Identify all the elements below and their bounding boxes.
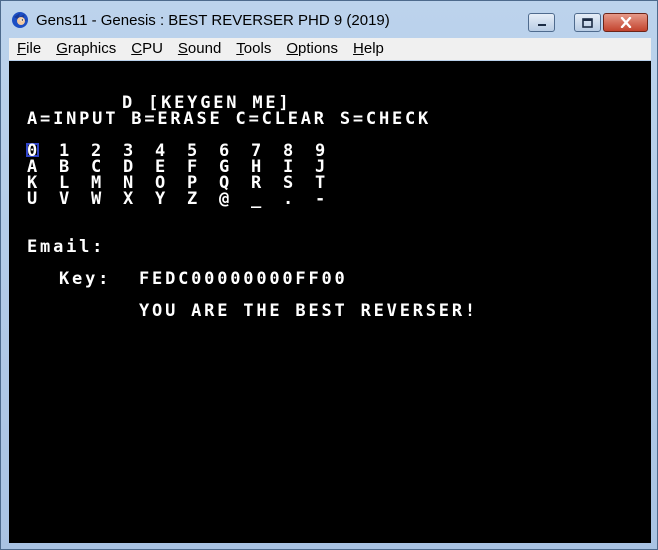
charset-cell[interactable]: Y (155, 191, 187, 208)
menu-tools-label: ools (243, 40, 272, 57)
menu-options-label: ptions (298, 40, 339, 57)
menu-options[interactable]: Options (278, 38, 345, 60)
menu-tools[interactable]: Tools (228, 38, 278, 60)
menu-cpu[interactable]: CPU (123, 38, 170, 60)
menu-tools-mnemonic: T (236, 40, 244, 57)
menu-options-mnemonic: O (286, 40, 298, 57)
charset-cell[interactable]: _ (251, 191, 283, 208)
menu-sound-label: ound (187, 40, 222, 57)
key-label: Key: (59, 269, 112, 289)
menu-file-mnemonic: F (17, 40, 27, 57)
menu-graphics[interactable]: Graphics (48, 38, 123, 60)
emulator-window: Gens11 - Genesis : BEST REVERSER PHD 9 (… (0, 0, 658, 550)
menu-graphics-label: raphics (67, 40, 117, 57)
charset-cell[interactable]: U (27, 191, 59, 208)
minimize-icon (537, 23, 546, 26)
maximize-icon (582, 17, 593, 28)
menu-help-label: elp (363, 40, 384, 57)
menu-file-label: ile (26, 40, 42, 57)
charset-cell[interactable]: . (283, 191, 315, 208)
menu-cpu-label: PU (142, 40, 163, 57)
game-screen[interactable]: D [KEYGEN ME] A=INPUT B=ERASE C=CLEAR S=… (9, 61, 651, 543)
email-label: Email: (27, 237, 106, 257)
menu-bar: File Graphics CPU Sound Tools Options He… (9, 38, 651, 60)
minimize-button[interactable] (528, 13, 555, 32)
charset-cell[interactable]: @ (219, 191, 251, 208)
close-button[interactable] (603, 13, 648, 32)
sonic-app-icon (12, 12, 28, 28)
charset-row: U V W X Y Z @ _ . - (27, 191, 347, 208)
menu-help-mnemonic: H (353, 40, 364, 57)
charset-cell[interactable]: X (123, 191, 155, 208)
menu-cpu-mnemonic: C (131, 40, 143, 57)
charset-cell[interactable]: Z (187, 191, 219, 208)
window-title: Gens11 - Genesis : BEST REVERSER PHD 9 (… (36, 12, 390, 29)
charset-cell[interactable]: W (91, 191, 123, 208)
controls-help: A=INPUT B=ERASE C=CLEAR S=CHECK (27, 109, 432, 129)
key-value: FEDC00000000FF00 (139, 269, 348, 289)
title-bar[interactable]: Gens11 - Genesis : BEST REVERSER PHD 9 (… (1, 1, 657, 37)
charset-cell[interactable]: V (59, 191, 91, 208)
menu-help[interactable]: Help (345, 38, 391, 60)
menu-sound-mnemonic: S (177, 40, 188, 57)
result-message: YOU ARE THE BEST REVERSER! (139, 301, 478, 321)
menu-file[interactable]: File (9, 38, 48, 60)
maximize-button[interactable] (574, 13, 601, 32)
menu-graphics-mnemonic: G (56, 40, 68, 57)
close-icon (620, 17, 631, 28)
charset-cell[interactable]: - (315, 191, 347, 208)
menu-sound[interactable]: Sound (170, 38, 228, 60)
